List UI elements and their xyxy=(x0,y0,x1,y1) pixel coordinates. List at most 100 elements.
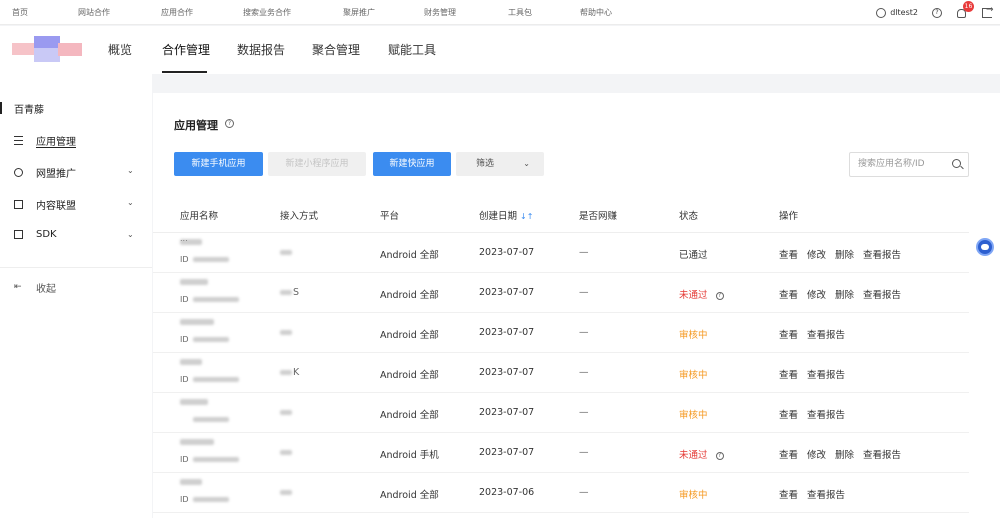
table-row: Android 全部 2023-07-07 — 审核中 查看 查看报告 xyxy=(153,393,969,433)
sidebar-item-sdk[interactable]: SDK xyxy=(14,229,57,240)
action-2[interactable]: 删除 xyxy=(835,290,854,301)
action-3[interactable]: 查看报告 xyxy=(863,450,901,461)
status-badge: 审核中 xyxy=(679,330,708,341)
action-1[interactable]: 修改 xyxy=(807,290,826,301)
top-nav-app[interactable]: 应用合作 xyxy=(161,7,193,18)
new-mobile-app-button[interactable]: 新建手机应用 xyxy=(174,152,263,176)
app-id-redacted xyxy=(193,417,229,422)
action-0[interactable]: 查看 xyxy=(779,250,798,261)
earn-flag: — xyxy=(579,367,589,378)
row-actions: 查看 查看报告 xyxy=(779,487,854,501)
filter-dropdown[interactable]: 筛选 ⌄ xyxy=(456,152,544,176)
chat-float-button[interactable] xyxy=(976,238,994,256)
chevron-down-icon[interactable]: ⌄ xyxy=(127,230,134,239)
table-row: ID Android 全部 2023-07-07 — 审核中 查看 查看报告 xyxy=(153,313,969,353)
access-redacted xyxy=(280,250,292,255)
platform: Android 手机 xyxy=(380,450,439,461)
main-panel: 应用管理 ? 新建手机应用 新建小程序应用 新建快应用 筛选 ⌄ 搜索应用名称/… xyxy=(153,93,1000,518)
access-method: S xyxy=(293,287,300,298)
col-earn: 是否网赚 xyxy=(579,211,618,222)
action-1[interactable]: 修改 xyxy=(807,450,826,461)
app-id-label: ID xyxy=(180,335,189,344)
user-menu[interactable]: dltest2 xyxy=(876,7,918,18)
tab-aggregation[interactable]: 聚合管理 xyxy=(312,41,360,58)
table-row: ... ID Android 全部 2023-07-07 — 已通过 查看 修改删… xyxy=(153,233,969,273)
logout-icon[interactable] xyxy=(982,5,994,18)
app-name-redacted xyxy=(180,279,208,285)
app-name-redacted xyxy=(180,439,214,445)
app-id-redacted xyxy=(193,337,229,342)
sdk-icon xyxy=(14,230,23,239)
top-nav-home[interactable]: 首页 xyxy=(12,7,28,18)
sidebar-item-content-alliance[interactable]: 内容联盟 xyxy=(14,197,76,212)
sidebar-item-app-management[interactable]: 应用管理 xyxy=(14,133,76,148)
action-0[interactable]: 查看 xyxy=(779,330,798,341)
header-bar: 概览 合作管理 数据报告 聚合管理 赋能工具 xyxy=(0,26,1000,74)
top-nav-finance[interactable]: 财务管理 xyxy=(424,7,456,18)
action-0[interactable]: 查看 xyxy=(779,290,798,301)
help-icon[interactable]: ? xyxy=(932,7,942,18)
action-1[interactable]: 查看报告 xyxy=(807,410,845,421)
top-nav-help[interactable]: 帮助中心 xyxy=(580,7,612,18)
sidebar-collapse[interactable]: ⇤ 收起 xyxy=(14,280,56,296)
action-1[interactable]: 查看报告 xyxy=(807,370,845,381)
chevron-down-icon[interactable]: ⌄ xyxy=(127,166,134,175)
tab-tools[interactable]: 赋能工具 xyxy=(388,41,436,58)
app-id-label: ID xyxy=(180,295,189,304)
top-nav-tools[interactable]: 工具包 xyxy=(508,7,532,18)
action-1[interactable]: 查看报告 xyxy=(807,490,845,501)
app-id-redacted xyxy=(193,377,239,382)
table-row: ID K Android 全部 2023-07-07 — 审核中 查看 查看报告 xyxy=(153,353,969,393)
status-badge: 审核中 xyxy=(679,410,708,421)
notification-button[interactable]: 16 xyxy=(956,0,974,19)
new-miniprogram-button[interactable]: 新建小程序应用 xyxy=(268,152,366,176)
new-quickapp-button[interactable]: 新建快应用 xyxy=(373,152,451,176)
logo xyxy=(12,36,82,62)
sidebar-divider xyxy=(0,267,152,268)
action-0[interactable]: 查看 xyxy=(779,410,798,421)
help-icon[interactable]: ? xyxy=(715,291,724,300)
top-nav-search[interactable]: 搜索业务合作 xyxy=(243,7,291,18)
top-nav-site[interactable]: 网站合作 xyxy=(78,7,110,18)
action-3[interactable]: 查看报告 xyxy=(863,290,901,301)
action-0[interactable]: 查看 xyxy=(779,370,798,381)
earn-flag: — xyxy=(579,447,589,458)
platform: Android 全部 xyxy=(380,370,439,381)
help-icon[interactable]: ? xyxy=(715,451,724,460)
help-icon[interactable]: ? xyxy=(225,119,234,128)
search-input[interactable]: 搜索应用名称/ID xyxy=(849,152,969,177)
collapse-icon: ⇤ xyxy=(14,282,22,292)
action-3[interactable]: 查看报告 xyxy=(863,250,901,261)
chevron-down-icon[interactable]: ⌄ xyxy=(127,198,134,207)
action-2[interactable]: 删除 xyxy=(835,450,854,461)
sort-icon[interactable]: ↓↑ xyxy=(520,212,533,221)
sidebar-item-label: 应用管理 xyxy=(36,137,76,148)
action-0[interactable]: 查看 xyxy=(779,490,798,501)
active-tab-underline xyxy=(162,71,207,73)
status-badge: 未通过 xyxy=(679,290,708,301)
tab-data-report[interactable]: 数据报告 xyxy=(237,41,285,58)
sidebar-title: 百青藤 xyxy=(14,105,44,116)
sidebar-item-network-promotion[interactable]: 网盟推广 xyxy=(14,165,76,180)
status-cell: 未通过? xyxy=(679,447,724,461)
status-cell: 审核中 xyxy=(679,487,708,501)
row-actions: 查看 修改 删除 查看报告 xyxy=(779,287,910,301)
access-redacted xyxy=(280,370,292,375)
action-1[interactable]: 查看报告 xyxy=(807,330,845,341)
search-placeholder: 搜索应用名称/ID xyxy=(858,159,925,169)
action-1[interactable]: 修改 xyxy=(807,250,826,261)
access-method: K xyxy=(293,367,300,378)
search-icon[interactable] xyxy=(952,159,961,168)
top-nav-screen[interactable]: 聚屏推广 xyxy=(343,7,375,18)
table-header: 应用名称 接入方式 平台 创建日期 ↓↑ 是否网赚 状态 操作 xyxy=(153,203,969,233)
app-name-redacted xyxy=(180,479,202,485)
col-platform: 平台 xyxy=(380,211,400,222)
tab-overview[interactable]: 概览 xyxy=(108,41,132,58)
tab-partner-management[interactable]: 合作管理 xyxy=(162,41,210,58)
created-date: 2023-07-07 xyxy=(479,287,535,298)
col-created-date[interactable]: 创建日期 ↓↑ xyxy=(479,208,533,222)
status-cell: 审核中 xyxy=(679,327,708,341)
platform: Android 全部 xyxy=(380,250,439,261)
action-0[interactable]: 查看 xyxy=(779,450,798,461)
action-2[interactable]: 删除 xyxy=(835,250,854,261)
